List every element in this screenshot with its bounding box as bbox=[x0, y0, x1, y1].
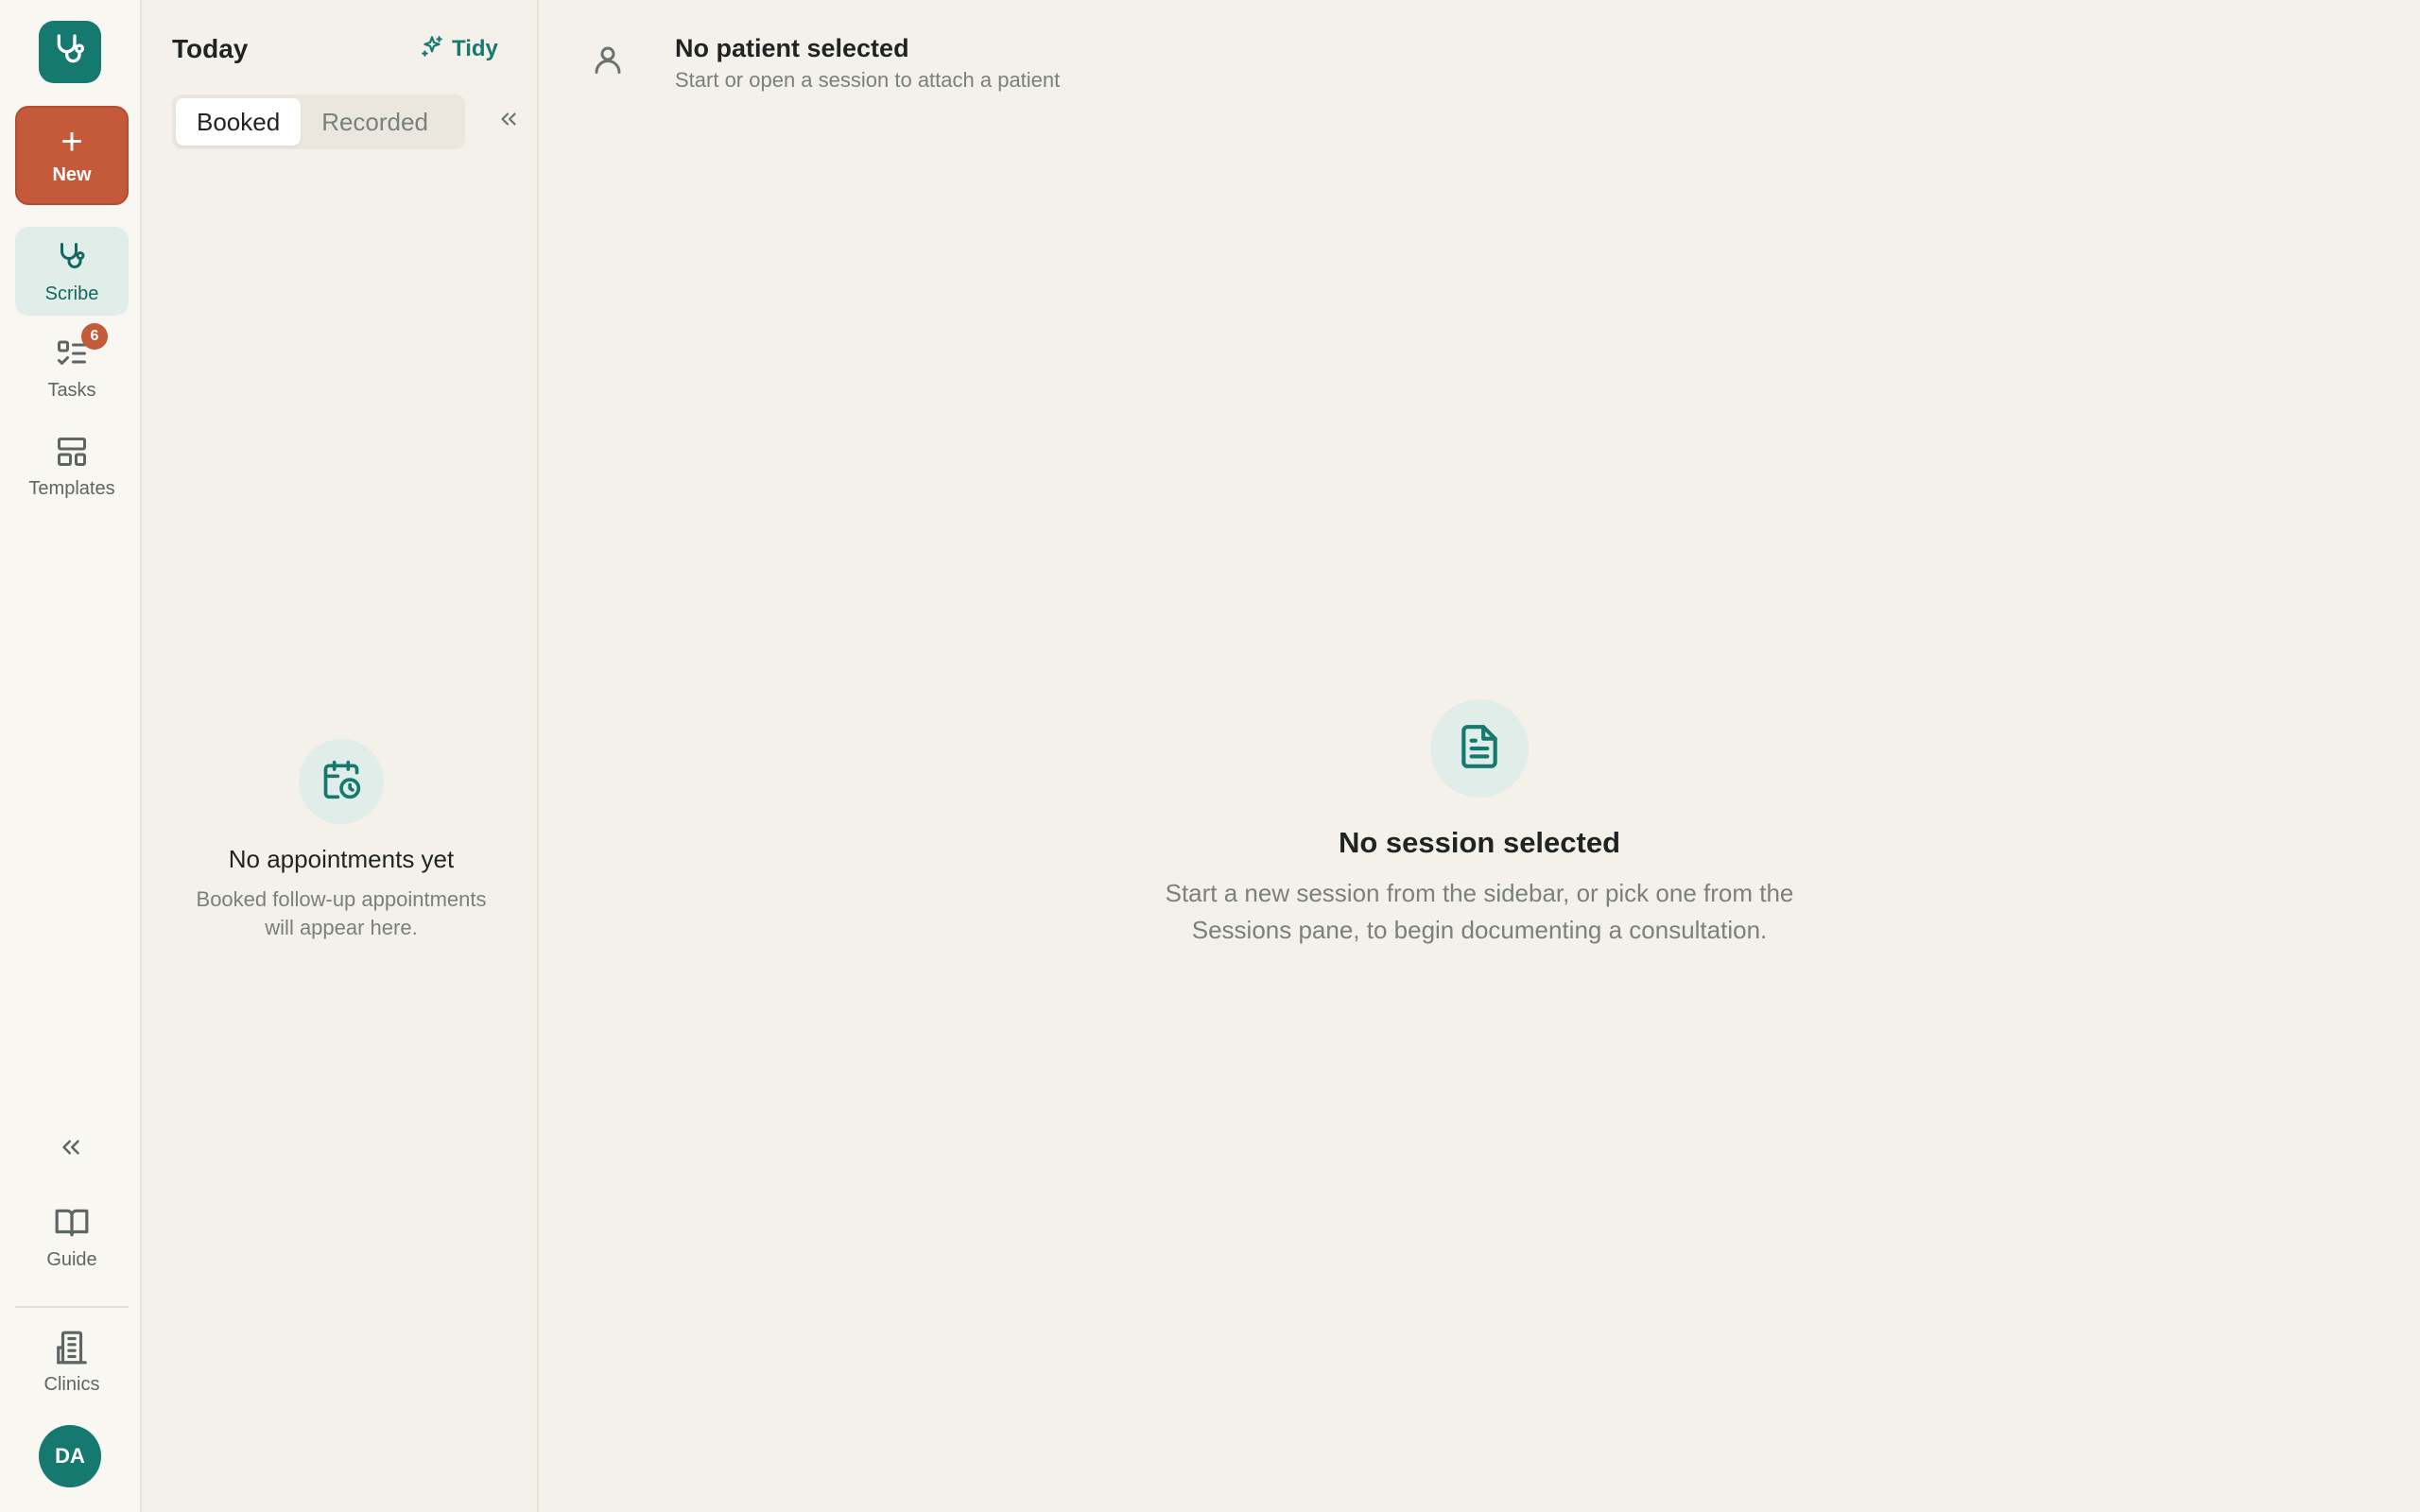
stethoscope-logo-icon bbox=[51, 31, 89, 74]
document-icon bbox=[1456, 723, 1503, 775]
rail-item-label: Tasks bbox=[47, 379, 96, 401]
calendar-clock-icon bbox=[320, 759, 362, 805]
empty-icon-circle bbox=[1430, 699, 1529, 798]
collapse-pane-button[interactable] bbox=[490, 102, 527, 140]
rail-item-guide[interactable]: Guide bbox=[15, 1193, 129, 1281]
left-rail: + New Scribe 6 Tasks Templates Guide Cli… bbox=[0, 0, 142, 1512]
tab-booked[interactable]: Booked bbox=[176, 98, 302, 146]
pane-title: Today bbox=[172, 34, 249, 63]
patient-selector[interactable] bbox=[584, 38, 631, 85]
empty-description: Start a new session from the sidebar, or… bbox=[1165, 879, 1794, 944]
tab-recorded[interactable]: Recorded bbox=[301, 98, 449, 146]
collapse-rail-button[interactable] bbox=[47, 1130, 95, 1168]
book-icon bbox=[54, 1204, 90, 1242]
empty-title: No session selected bbox=[1338, 826, 1621, 859]
plus-icon: + bbox=[60, 121, 83, 163]
rail-item-label: Scribe bbox=[44, 283, 99, 304]
appointment-tabs: Booked Recorded bbox=[172, 94, 465, 149]
templates-icon bbox=[55, 433, 89, 471]
user-avatar[interactable]: DA bbox=[39, 1425, 101, 1487]
user-icon bbox=[591, 43, 625, 81]
new-button-label: New bbox=[52, 164, 92, 185]
appointments-empty-state: No appointments yet Booked follow-up app… bbox=[144, 739, 539, 942]
rail-item-templates[interactable]: Templates bbox=[15, 421, 129, 510]
sparkles-icon bbox=[420, 34, 444, 65]
tidy-label: Tidy bbox=[452, 36, 498, 61]
tasks-icon: 6 bbox=[55, 322, 108, 372]
main-area: No patient selected Start or open a sess… bbox=[539, 0, 2420, 1512]
rail-item-clinics[interactable]: Clinics bbox=[15, 1317, 129, 1406]
patient-title: No patient selected bbox=[675, 34, 909, 62]
building-icon bbox=[54, 1329, 90, 1366]
tidy-button[interactable]: Tidy bbox=[420, 32, 498, 66]
patient-subtitle: Start or open a session to attach a pati… bbox=[675, 68, 1061, 92]
new-session-button[interactable]: + New bbox=[15, 106, 129, 205]
app: + New Scribe 6 Tasks Templates Guide Cli… bbox=[0, 0, 2420, 1512]
rail-item-label: Templates bbox=[28, 477, 115, 499]
rail-item-scribe[interactable]: Scribe bbox=[15, 227, 129, 316]
chevrons-left-icon bbox=[496, 107, 521, 136]
session-empty-state: No session selected Start a new session … bbox=[539, 699, 2420, 949]
rail-item-tasks[interactable]: 6 Tasks bbox=[15, 322, 129, 412]
chevrons-left-icon bbox=[57, 1133, 85, 1166]
empty-description: Booked follow-up appointments will appea… bbox=[196, 887, 487, 939]
stethoscope-icon bbox=[55, 238, 89, 276]
rail-item-label: Clinics bbox=[43, 1373, 100, 1395]
rail-item-label: Guide bbox=[46, 1248, 97, 1270]
app-logo[interactable] bbox=[39, 21, 101, 83]
empty-icon-circle bbox=[299, 739, 384, 824]
rail-divider bbox=[15, 1306, 129, 1308]
empty-title: No appointments yet bbox=[228, 845, 455, 873]
tasks-count-badge: 6 bbox=[81, 322, 108, 350]
sessions-pane: Today Tidy Booked Recorded No appointmen… bbox=[144, 0, 539, 1512]
